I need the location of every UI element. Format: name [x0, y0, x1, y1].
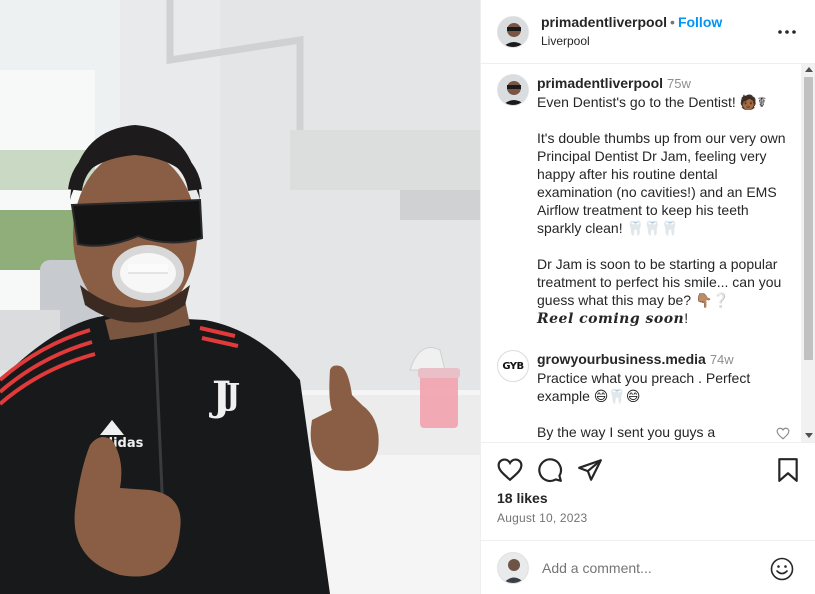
commenter-avatar[interactable]: GYB: [497, 350, 529, 382]
scroll-down-arrow-icon[interactable]: [805, 433, 813, 438]
add-comment-input[interactable]: [542, 559, 762, 576]
comment-time[interactable]: 74w: [710, 352, 734, 367]
follow-button[interactable]: Follow: [678, 14, 722, 30]
scroll-up-arrow-icon[interactable]: [805, 67, 813, 72]
caption-paragraph-3: Dr Jam is soon to be starting a popular …: [537, 256, 782, 308]
comment-username[interactable]: growyourbusiness.media: [537, 351, 706, 367]
avatar-image: [498, 16, 528, 47]
post-actions: 18 likes August 10, 2023: [481, 442, 815, 540]
likes-count[interactable]: 18 likes: [497, 490, 548, 506]
caption-time[interactable]: 75w: [667, 76, 691, 91]
smiley-outline: [770, 557, 794, 581]
caption-line-1: Even Dentist's go to the Dentist! 🧑🏾☤: [537, 94, 767, 110]
caption-avatar[interactable]: [497, 74, 529, 106]
header-username[interactable]: primadentliverpool: [541, 14, 667, 30]
post-date[interactable]: August 10, 2023: [497, 511, 587, 525]
comment-outline: [538, 458, 563, 483]
share-paper-plane-icon[interactable]: [577, 457, 603, 483]
post-location[interactable]: Liverpool: [541, 33, 722, 49]
post-side-panel: primadentliverpool • Follow Liverpool pr…: [480, 0, 815, 594]
caption-reel-end: !: [684, 310, 689, 326]
comment-line-2: By the way I sent you guys a: [537, 424, 716, 440]
comment-composer: [481, 540, 815, 594]
header-text: primadentliverpool • Follow Liverpool: [541, 14, 722, 49]
comment-line-1: Practice what you preach . Perfect examp…: [537, 370, 751, 404]
viewer-avatar-image: [498, 552, 528, 583]
caption-username[interactable]: primadentliverpool: [537, 75, 663, 91]
caption-comment: primadentliverpool 75w Even Dentist's go …: [497, 74, 787, 328]
heart-outline: [497, 458, 523, 482]
caption-paragraph-2: It's double thumbs up from our very own …: [537, 130, 786, 236]
comment-body: growyourbusiness.media 74w Practice what …: [537, 350, 787, 441]
bookmark-outline: [778, 458, 798, 482]
post-photo[interactable]: J J adidas: [0, 0, 480, 594]
comment-bubble-icon[interactable]: [537, 457, 563, 483]
comment-like-heart-icon[interactable]: [776, 427, 790, 442]
caption-reel-text: Reel coming soon: [537, 311, 685, 327]
save-bookmark-icon[interactable]: [777, 457, 803, 483]
more-options-dots: [778, 30, 796, 34]
share-outline: [578, 459, 602, 481]
like-heart-icon[interactable]: [497, 457, 523, 483]
separator-dot: •: [670, 14, 675, 30]
comments-scrollbar[interactable]: [801, 64, 815, 442]
caption-body: primadentliverpool 75w Even Dentist's go …: [537, 74, 787, 328]
post-header: primadentliverpool • Follow Liverpool: [481, 0, 815, 64]
comment-item: GYB growyourbusiness.media 74w Practice w…: [497, 350, 787, 441]
comments-scroll-area[interactable]: primadentliverpool 75w Even Dentist's go …: [481, 64, 815, 442]
caption-avatar-image: [498, 75, 528, 105]
svg-text:J: J: [223, 378, 240, 413]
scroll-thumb[interactable]: [804, 77, 813, 360]
viewer-avatar: [497, 551, 529, 584]
emoji-smiley-icon[interactable]: [770, 557, 794, 584]
action-icons-row: [497, 457, 800, 483]
account-avatar[interactable]: [497, 15, 529, 48]
caption-paragraph-4: Reel coming soon!: [537, 309, 787, 328]
more-options-icon[interactable]: [777, 22, 797, 42]
photo-image: J J adidas: [0, 0, 480, 594]
heart-outline-small: [776, 427, 790, 440]
